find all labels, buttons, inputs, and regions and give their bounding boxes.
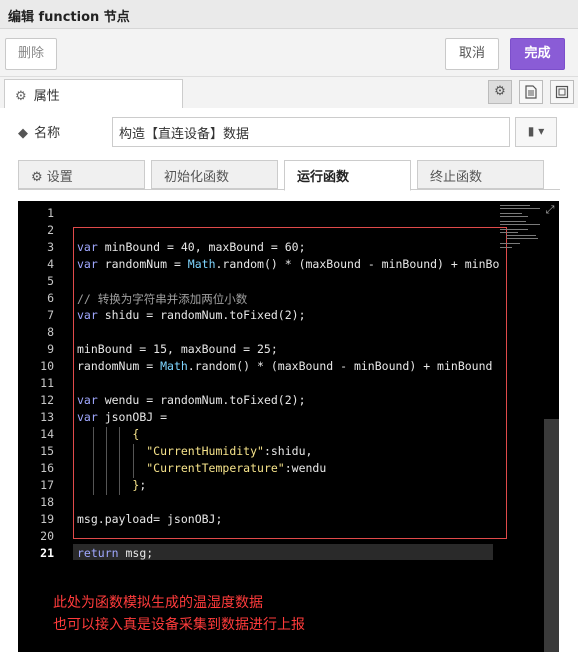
line-number: 12 xyxy=(40,393,54,407)
tab-row: ⚙ 属性 ⚙ xyxy=(0,77,578,109)
line-number: 1 xyxy=(47,206,54,220)
line-number: 9 xyxy=(47,342,54,356)
annotation-line-1: 此处为函数模拟生成的温湿度数据 xyxy=(53,595,263,611)
library-book-button[interactable]: ▮ ▾ xyxy=(515,117,557,147)
properties-panel: ◆ 名称 构造【直连设备】数据 ▮ ▾ ⚙ 设置 初始化函数 运行函数 终止函数… xyxy=(0,108,578,652)
tab-on-message[interactable]: 运行函数 xyxy=(284,160,411,191)
function-subtabs: ⚙ 设置 初始化函数 运行函数 终止函数 xyxy=(18,160,560,191)
tray-header: 编辑 function 节点 xyxy=(0,0,578,29)
code-editor[interactable]: 1 2 3 4 5 6 7 8 9 10 11 12 13 14 15 16 1… xyxy=(18,201,559,652)
line-number-gutter: 1 2 3 4 5 6 7 8 9 10 11 12 13 14 15 16 1… xyxy=(18,201,58,652)
line-number: 3 xyxy=(47,240,54,254)
tab-setup-label: 设置 xyxy=(46,170,73,185)
line-number: 2 xyxy=(47,223,54,237)
line-number: 11 xyxy=(40,376,54,390)
done-button[interactable]: 完成 xyxy=(510,38,565,70)
line-number: 8 xyxy=(47,325,54,339)
line-number: 14 xyxy=(40,427,54,441)
editor-scrollbar[interactable] xyxy=(544,419,559,652)
delete-button[interactable]: 删除 xyxy=(5,38,57,70)
tray-title: 编辑 function 节点 xyxy=(8,10,130,25)
chevron-down-icon: ▾ xyxy=(538,124,545,138)
line-number: 7 xyxy=(47,308,54,322)
book-icon: ▮ xyxy=(527,124,535,138)
description-doc-icon[interactable] xyxy=(519,80,543,104)
tag-icon: ◆ xyxy=(18,126,28,141)
line-number: 5 xyxy=(47,274,54,288)
tab-initialize[interactable]: 初始化函数 xyxy=(151,160,278,189)
line-number: 6 xyxy=(47,291,54,305)
tab-setup[interactable]: ⚙ 设置 xyxy=(18,160,145,189)
line-number: 13 xyxy=(40,410,54,424)
line-number: 4 xyxy=(47,257,54,271)
settings-gear-icon[interactable]: ⚙ xyxy=(488,80,512,104)
line-number-current: 21 xyxy=(40,546,54,560)
tab-properties[interactable]: ⚙ 属性 xyxy=(4,79,183,109)
highlight-box xyxy=(73,227,507,539)
line-number: 16 xyxy=(40,461,54,475)
name-input[interactable]: 构造【直连设备】数据 xyxy=(112,117,510,147)
line-number: 10 xyxy=(40,359,54,373)
expand-icon[interactable]: ⤢ xyxy=(543,203,557,217)
gear-icon: ⚙ xyxy=(15,89,27,104)
name-label: ◆ 名称 xyxy=(18,122,60,141)
line-number: 15 xyxy=(40,444,54,458)
tab-properties-label: 属性 xyxy=(33,89,60,104)
line-number: 19 xyxy=(40,512,54,526)
cancel-button[interactable]: 取消 xyxy=(445,38,499,70)
tab-finalize[interactable]: 终止函数 xyxy=(417,160,544,189)
line-number: 18 xyxy=(40,495,54,509)
code-minimap[interactable] xyxy=(500,203,544,249)
code-line: return msg; xyxy=(77,546,154,560)
line-number: 17 xyxy=(40,478,54,492)
gear-icon: ⚙ xyxy=(31,170,43,185)
action-bar: 删除 取消 完成 xyxy=(0,29,578,77)
name-label-text: 名称 xyxy=(34,126,61,141)
appearance-frame-icon[interactable] xyxy=(550,80,574,104)
line-number: 20 xyxy=(40,529,54,543)
annotation-line-2: 也可以接入真是设备采集到数据进行上报 xyxy=(53,617,305,633)
